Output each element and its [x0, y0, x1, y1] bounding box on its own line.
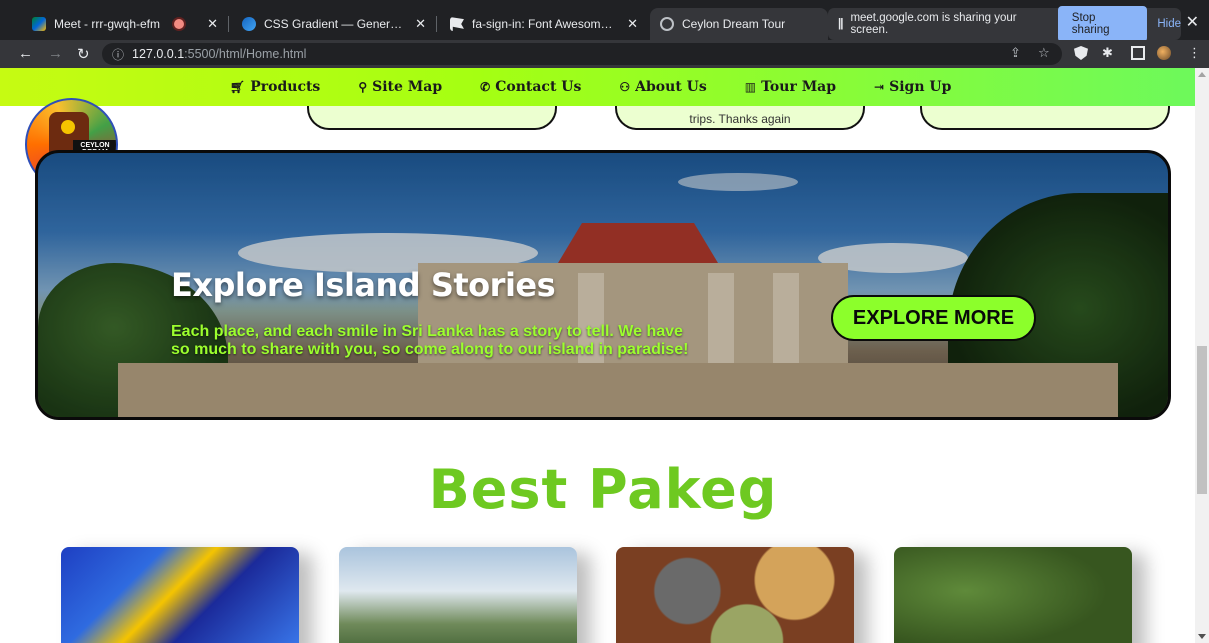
- hide-button[interactable]: Hide: [1157, 18, 1181, 30]
- browser-tab-bar: Meet - rrr-gwqh-efm ✕ CSS Gradient — Gen…: [0, 0, 1209, 42]
- tab-separator: [436, 16, 437, 32]
- recording-icon: [174, 19, 185, 29]
- back-icon[interactable]: ←: [18, 45, 33, 62]
- tab-css-gradient[interactable]: CSS Gradient — Generator, Maker ✕: [232, 8, 436, 40]
- tab-font-awesome[interactable]: fa-sign-in: Font Awesome Icons ✕: [440, 8, 648, 40]
- users-icon: ⚇: [619, 80, 631, 94]
- browser-menu-icon[interactable]: ⋮: [1188, 45, 1201, 61]
- page-scrollbar[interactable]: [1195, 68, 1209, 643]
- webpage: trips. Thanks again 🛒︎ Products ⚲ Site M…: [0, 68, 1195, 643]
- nav-contact-us[interactable]: ✆ Contact Us: [480, 79, 581, 95]
- section-title: Best Pakeg: [428, 458, 778, 521]
- css-gradient-icon: [242, 17, 256, 31]
- tab-separator: [228, 16, 229, 32]
- scroll-up-icon[interactable]: [1198, 72, 1206, 77]
- package-card-spices[interactable]: [616, 547, 854, 643]
- explore-more-button[interactable]: EXPLORE MORE: [831, 295, 1036, 341]
- map-icon: ▥: [744, 80, 757, 94]
- forward-icon[interactable]: →: [48, 45, 63, 62]
- stop-sharing-button[interactable]: Stop sharing: [1057, 6, 1148, 42]
- package-card-mountain[interactable]: [339, 547, 577, 643]
- tab-ceylon-dream-tour[interactable]: Ceylon Dream Tour: [650, 8, 828, 40]
- close-tab-icon[interactable]: ✕: [199, 16, 218, 32]
- reload-icon[interactable]: ↻: [77, 45, 90, 63]
- scroll-down-icon[interactable]: [1198, 634, 1206, 639]
- font-awesome-flag-icon: [450, 17, 464, 31]
- profile-avatar[interactable]: [1157, 46, 1171, 60]
- side-panel-icon[interactable]: [1131, 46, 1145, 60]
- sitemap-icon: ⚲: [358, 80, 368, 94]
- cart-icon: 🛒︎: [230, 80, 246, 94]
- shield-extension-icon[interactable]: [1074, 46, 1088, 60]
- tab-meet[interactable]: Meet - rrr-gwqh-efm ✕: [22, 8, 228, 40]
- hero-description: Each place, and each smile in Sri Lanka …: [171, 323, 689, 358]
- package-card-peacock-mask[interactable]: [61, 547, 299, 643]
- nav-products[interactable]: 🛒︎ Products: [230, 79, 320, 95]
- sign-in-icon: ⇥: [874, 80, 885, 94]
- main-navigation: 🛒︎ Products ⚲ Site Map ✆ Contact Us ⚇ Ab…: [0, 68, 1195, 106]
- pause-icon: ||: [838, 18, 844, 30]
- site-info-icon[interactable]: ⓘ: [112, 46, 124, 63]
- hero-title: Explore Island Stories: [171, 266, 556, 304]
- bookmark-star-icon[interactable]: ☆: [1038, 45, 1050, 61]
- address-bar: ← → ↻ ⓘ 127.0.0.1:5500/html/Home.html ⇪ …: [0, 40, 1209, 68]
- nav-sign-up[interactable]: ⇥ Sign Up: [874, 79, 951, 95]
- screen-share-notice: || meet.google.com is sharing your scree…: [828, 6, 1181, 42]
- scrollbar-thumb[interactable]: [1197, 346, 1207, 494]
- extensions-puzzle-icon[interactable]: ✱: [1102, 45, 1113, 61]
- package-card-green-hills[interactable]: [894, 547, 1132, 643]
- window-close-icon[interactable]: ✕: [1186, 12, 1199, 32]
- share-icon[interactable]: ⇪: [1010, 45, 1021, 61]
- hero-banner: Explore Island Stories Each place, and e…: [35, 150, 1171, 420]
- nav-tour-map[interactable]: ▥ Tour Map: [745, 79, 836, 95]
- nav-site-map[interactable]: ⚲ Site Map: [358, 79, 442, 95]
- close-tab-icon[interactable]: ✕: [619, 16, 638, 32]
- phone-icon: ✆: [480, 80, 491, 94]
- close-tab-icon[interactable]: ✕: [407, 16, 426, 32]
- globe-icon: [660, 17, 674, 31]
- google-meet-icon: [32, 17, 46, 31]
- nav-about-us[interactable]: ⚇ About Us: [619, 79, 706, 95]
- url-input[interactable]: ⓘ 127.0.0.1:5500/html/Home.html: [102, 43, 1062, 65]
